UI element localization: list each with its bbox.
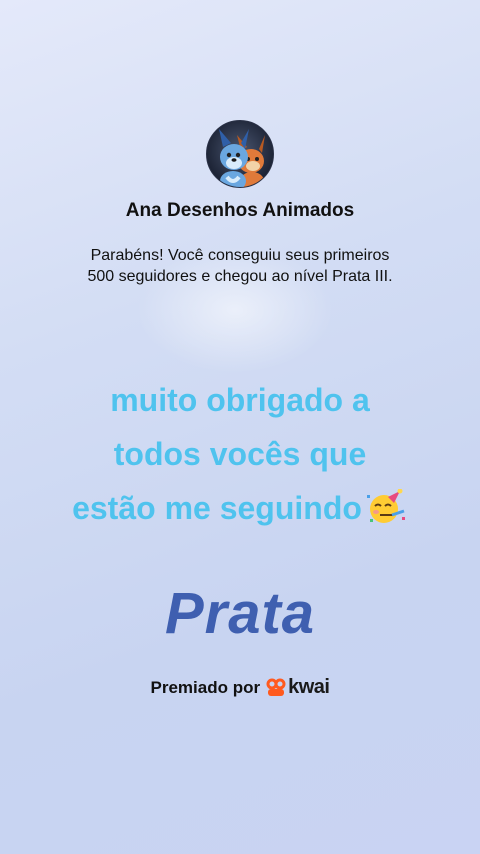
- kwai-logo-icon: [266, 678, 286, 696]
- kwai-logo: kwai: [266, 676, 330, 699]
- thank-you-caption: muito obrigado a todos vocês que estão m…: [0, 373, 480, 535]
- awarded-by-label: Premiado por: [150, 677, 261, 697]
- congratulations-line-2: 500 seguidores e chegou ao nível Prata I…: [87, 268, 393, 285]
- congratulations-line-1: Parabéns! Você conseguiu seus primeiros: [90, 247, 390, 264]
- caption-line-1: muito obrigado a: [110, 382, 370, 418]
- caption-line-2: todos vocês que: [113, 436, 367, 472]
- kwai-brand-text: kwai: [288, 676, 330, 698]
- caption-line-3-text: estão me seguindo: [72, 490, 362, 526]
- level-badge: Prata: [164, 581, 316, 646]
- channel-name: Ana Desenhos Animados: [125, 200, 355, 221]
- partying-face-icon: [366, 489, 405, 523]
- caption-line-3: estão me seguindo: [0, 481, 480, 535]
- avatar[interactable]: [206, 120, 274, 188]
- congratulations-message: Parabéns! Você conseguiu seus primeiros …: [40, 245, 440, 287]
- awarded-by: Premiado por kwai: [0, 676, 480, 699]
- cartoon-dogs-icon: [219, 129, 265, 187]
